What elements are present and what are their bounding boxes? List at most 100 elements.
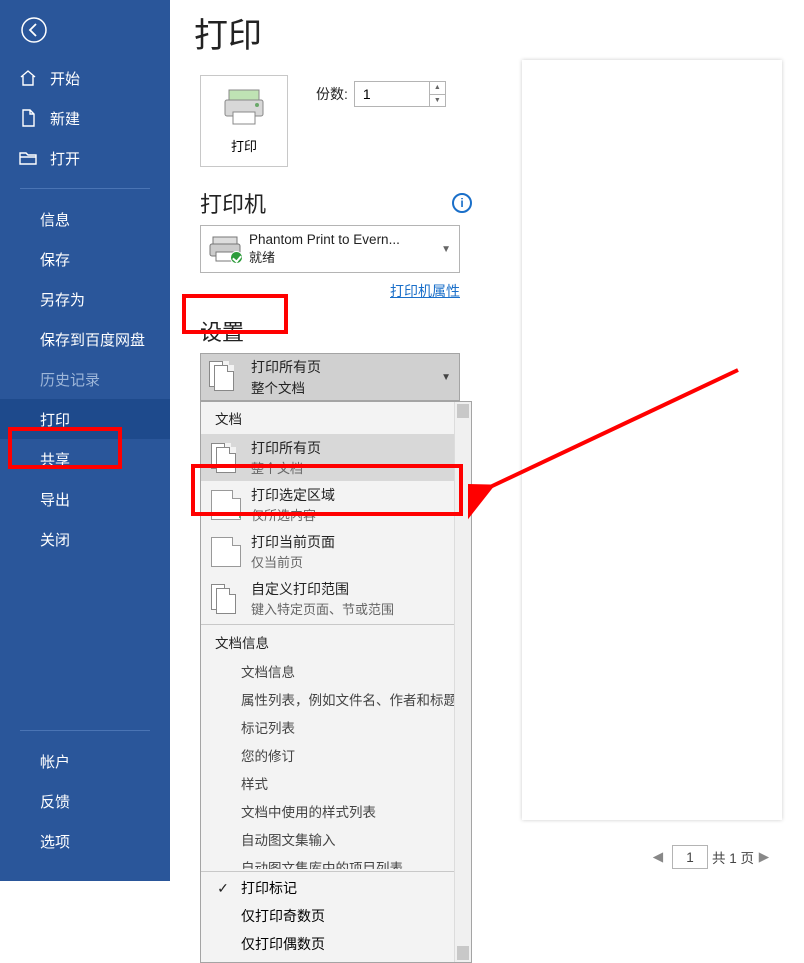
print-button[interactable]: 打印 [200, 75, 288, 167]
prev-page-button[interactable]: ◀ [648, 847, 668, 867]
print-backstage-content: 打印 打印 份数: 1 ▲ ▼ [170, 0, 804, 881]
sidebar-item-saveas[interactable]: 另存为 [0, 279, 170, 319]
check-even-pages[interactable]: 仅打印偶数页 [201, 930, 471, 958]
preview-page [522, 60, 782, 820]
sidebar-item-print[interactable]: 打印 [0, 399, 170, 439]
option-print-all[interactable]: 打印所有页整个文档 [201, 434, 455, 481]
sidebar-item-feedback[interactable]: 反馈 [0, 781, 170, 821]
sidebar-item-label: 另存为 [40, 289, 85, 310]
chevron-down-icon: ▼ [441, 372, 451, 383]
sidebar-item-options[interactable]: 选项 [0, 821, 170, 861]
scroll-down-button[interactable] [457, 946, 469, 960]
spinner-down[interactable]: ▼ [430, 95, 445, 107]
sidebar-item-label: 帐户 [40, 751, 70, 772]
printer-properties-link[interactable]: 打印机属性 [390, 283, 460, 299]
printer-name: Phantom Print to Evern... [249, 232, 441, 247]
settings-section-title: 设置 [200, 315, 244, 347]
sidebar-item-home[interactable]: 开始 [0, 58, 170, 98]
print-settings-pane: 打印 打印 份数: 1 ▲ ▼ [170, 0, 482, 881]
info-icon[interactable]: i [452, 193, 472, 213]
sidebar-item-label: 保存到百度网盘 [40, 329, 145, 350]
info-line[interactable]: 样式 [201, 769, 471, 797]
sidebar-item-new[interactable]: 新建 [0, 98, 170, 138]
check-print-markup[interactable]: ✓打印标记 [201, 874, 471, 902]
copies-label: 份数: [316, 84, 348, 104]
sidebar-item-label: 历史记录 [40, 369, 100, 390]
dropdown-group-document: 文档 [201, 402, 471, 434]
option-print-selection[interactable]: 打印选定区域仅所选内容 [201, 481, 455, 528]
check-icon: ✓ [215, 880, 231, 897]
sidebar-item-label: 关闭 [40, 529, 70, 550]
sidebar-item-history[interactable]: 历史记录 [0, 359, 170, 399]
home-icon [18, 68, 38, 88]
printer-icon [223, 88, 265, 126]
spinner-buttons: ▲ ▼ [429, 82, 445, 106]
page-selection-icon [211, 490, 241, 520]
sidebar-item-label: 打印 [40, 409, 70, 430]
sidebar-item-close[interactable]: 关闭 [0, 519, 170, 559]
sidebar-divider [20, 730, 150, 731]
check-odd-pages[interactable]: 仅打印奇数页 [201, 902, 471, 930]
dropdown-selected-sub: 整个文档 [251, 377, 441, 397]
sidebar-item-account[interactable]: 帐户 [0, 741, 170, 781]
print-preview-pane: ◀ 1 共 1 页 ▶ [482, 0, 804, 881]
printer-status: 就绪 [249, 247, 441, 266]
page-navigator: ◀ 1 共 1 页 ▶ [648, 845, 774, 869]
info-line[interactable]: 属性列表，例如文件名、作者和标题 [201, 685, 471, 713]
spinner-up[interactable]: ▲ [430, 82, 445, 95]
print-button-label: 打印 [231, 136, 257, 155]
sidebar-item-open[interactable]: 打开 [0, 138, 170, 178]
sidebar-item-save-baidu[interactable]: 保存到百度网盘 [0, 319, 170, 359]
page-range-icon [211, 584, 241, 614]
info-line[interactable]: 标记列表 [201, 713, 471, 741]
printer-status-icon [209, 236, 241, 262]
sidebar-item-export[interactable]: 导出 [0, 479, 170, 519]
option-custom-range[interactable]: 自定义打印范围键入特定页面、节或范围 [201, 575, 455, 622]
pages-stack-icon [209, 361, 241, 393]
sidebar-item-label: 共享 [40, 449, 70, 470]
sidebar-item-label: 新建 [50, 108, 80, 129]
chevron-down-icon: ▼ [441, 244, 451, 255]
sidebar-item-label: 打开 [50, 148, 80, 169]
total-pages-label: 共 1 页 [712, 847, 754, 867]
back-button[interactable] [14, 10, 54, 50]
sidebar-item-label: 保存 [40, 249, 70, 270]
check-badge-icon [230, 251, 243, 264]
next-page-button[interactable]: ▶ [754, 847, 774, 867]
backstage-sidebar: 开始 新建 打开 信息 保存 另存为 保存到百度网盘 历史记录 打印 共享 导出… [0, 0, 170, 881]
option-print-current[interactable]: 打印当前页面仅当前页 [201, 528, 455, 575]
copies-spinner[interactable]: 1 ▲ ▼ [354, 81, 446, 107]
page-icon [211, 537, 241, 567]
copies-field: 份数: 1 ▲ ▼ [316, 81, 446, 107]
sidebar-divider [20, 188, 150, 189]
print-range-dropdown-list: 文档 打印所有页整个文档 打印选定区域仅所选内容 打印当前页面仅当前页 自定义打… [200, 401, 472, 963]
dropdown-separator [201, 871, 471, 872]
info-line[interactable]: 文档中使用的样式列表 [201, 797, 471, 825]
folder-open-icon [18, 148, 38, 168]
printer-selector[interactable]: Phantom Print to Evern... 就绪 ▼ [200, 225, 460, 273]
scroll-up-button[interactable] [457, 404, 469, 418]
sidebar-item-info[interactable]: 信息 [0, 199, 170, 239]
page-title: 打印 [194, 8, 482, 57]
printer-section-title: 打印机 [200, 187, 266, 219]
sidebar-item-label: 反馈 [40, 791, 70, 812]
info-line[interactable]: 您的修订 [201, 741, 471, 769]
dropdown-selected-title: 打印所有页 [251, 357, 441, 377]
info-line[interactable]: 自动图文集库中的项目列表 [201, 853, 471, 869]
print-range-dropdown[interactable]: 打印所有页 整个文档 ▼ [200, 353, 460, 401]
copies-value: 1 [355, 86, 371, 102]
sidebar-item-label: 信息 [40, 209, 70, 230]
pages-stack-icon [211, 443, 241, 473]
sidebar-item-label: 开始 [50, 68, 80, 89]
sidebar-item-save[interactable]: 保存 [0, 239, 170, 279]
info-line[interactable]: 文档信息 [201, 657, 471, 685]
sidebar-item-label: 选项 [40, 831, 70, 852]
file-icon [18, 108, 38, 128]
info-line[interactable]: 自动图文集输入 [201, 825, 471, 853]
sidebar-item-share[interactable]: 共享 [0, 439, 170, 479]
sidebar-item-label: 导出 [40, 489, 70, 510]
dropdown-scrollbar[interactable] [454, 402, 471, 962]
dropdown-group-docinfo: 文档信息 [201, 627, 471, 657]
current-page-input[interactable]: 1 [672, 845, 708, 869]
dropdown-separator [201, 624, 471, 625]
